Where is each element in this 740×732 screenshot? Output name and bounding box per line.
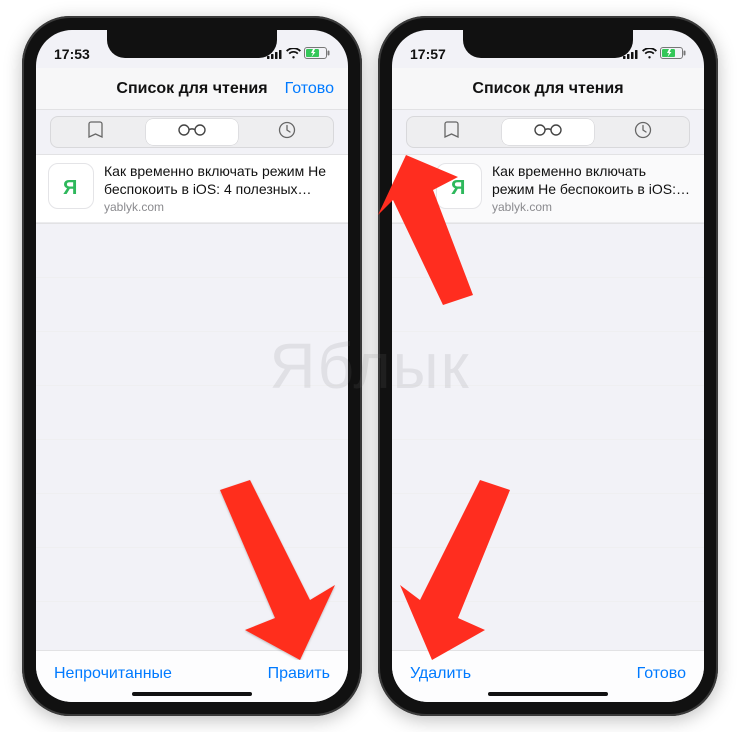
home-indicator xyxy=(488,692,608,696)
item-title: Как временно включать режим Не беспокоит… xyxy=(104,163,336,198)
svg-text:Я: Я xyxy=(451,177,465,199)
item-thumbnail: Я xyxy=(48,163,94,209)
tab-bookmarks[interactable] xyxy=(407,117,500,147)
empty-rows xyxy=(392,224,704,656)
status-time: 17:57 xyxy=(410,46,446,62)
wifi-icon xyxy=(286,46,301,62)
battery-charging-icon xyxy=(660,46,686,62)
tab-history[interactable] xyxy=(596,117,689,147)
empty-rows xyxy=(36,224,348,656)
status-time: 17:53 xyxy=(54,46,90,62)
phone-left: 17:53 Список для чтения Готово xyxy=(22,16,362,716)
selection-checkbox[interactable] xyxy=(404,175,426,197)
reading-list: Я Как временно включать режим Не беспоко… xyxy=(392,154,704,224)
home-indicator xyxy=(132,692,252,696)
item-source: yablyk.com xyxy=(492,200,692,214)
page-title: Список для чтения xyxy=(116,80,267,98)
delete-button[interactable]: Удалить xyxy=(410,665,471,683)
item-title: Как временно включать режим Не беспокоит… xyxy=(492,163,692,198)
unread-button[interactable]: Непрочитанные xyxy=(54,665,172,683)
list-item[interactable]: Я Как временно включать режим Не беспоко… xyxy=(36,155,348,223)
phone-right: 17:57 Список для чтения xyxy=(378,16,718,716)
list-item[interactable]: Я Как временно включать режим Не беспоко… xyxy=(392,155,704,223)
item-source: yablyk.com xyxy=(104,200,336,214)
history-icon xyxy=(278,121,296,144)
page-title: Список для чтения xyxy=(472,80,623,98)
battery-charging-icon xyxy=(304,46,330,62)
segmented-control xyxy=(50,116,334,148)
tab-reading-list[interactable] xyxy=(146,119,239,145)
glasses-icon xyxy=(531,123,565,142)
done-button[interactable]: Готово xyxy=(285,80,334,98)
history-icon xyxy=(634,121,652,144)
bookmarks-icon xyxy=(87,121,107,144)
tab-history[interactable] xyxy=(240,117,333,147)
wifi-icon xyxy=(642,46,657,62)
checkmark-icon xyxy=(409,177,421,195)
tab-bookmarks[interactable] xyxy=(51,117,144,147)
nav-bar: Список для чтения Готово xyxy=(36,68,348,110)
done-button[interactable]: Готово xyxy=(637,665,686,683)
glasses-icon xyxy=(175,123,209,142)
edit-button[interactable]: Править xyxy=(268,665,330,683)
notch xyxy=(463,30,633,58)
bookmarks-icon xyxy=(443,121,463,144)
notch xyxy=(107,30,277,58)
nav-bar: Список для чтения xyxy=(392,68,704,110)
segmented-control xyxy=(406,116,690,148)
reading-list: Я Как временно включать режим Не беспоко… xyxy=(36,154,348,224)
tab-reading-list[interactable] xyxy=(502,119,595,145)
item-thumbnail: Я xyxy=(436,163,482,209)
svg-text:Я: Я xyxy=(63,177,77,199)
